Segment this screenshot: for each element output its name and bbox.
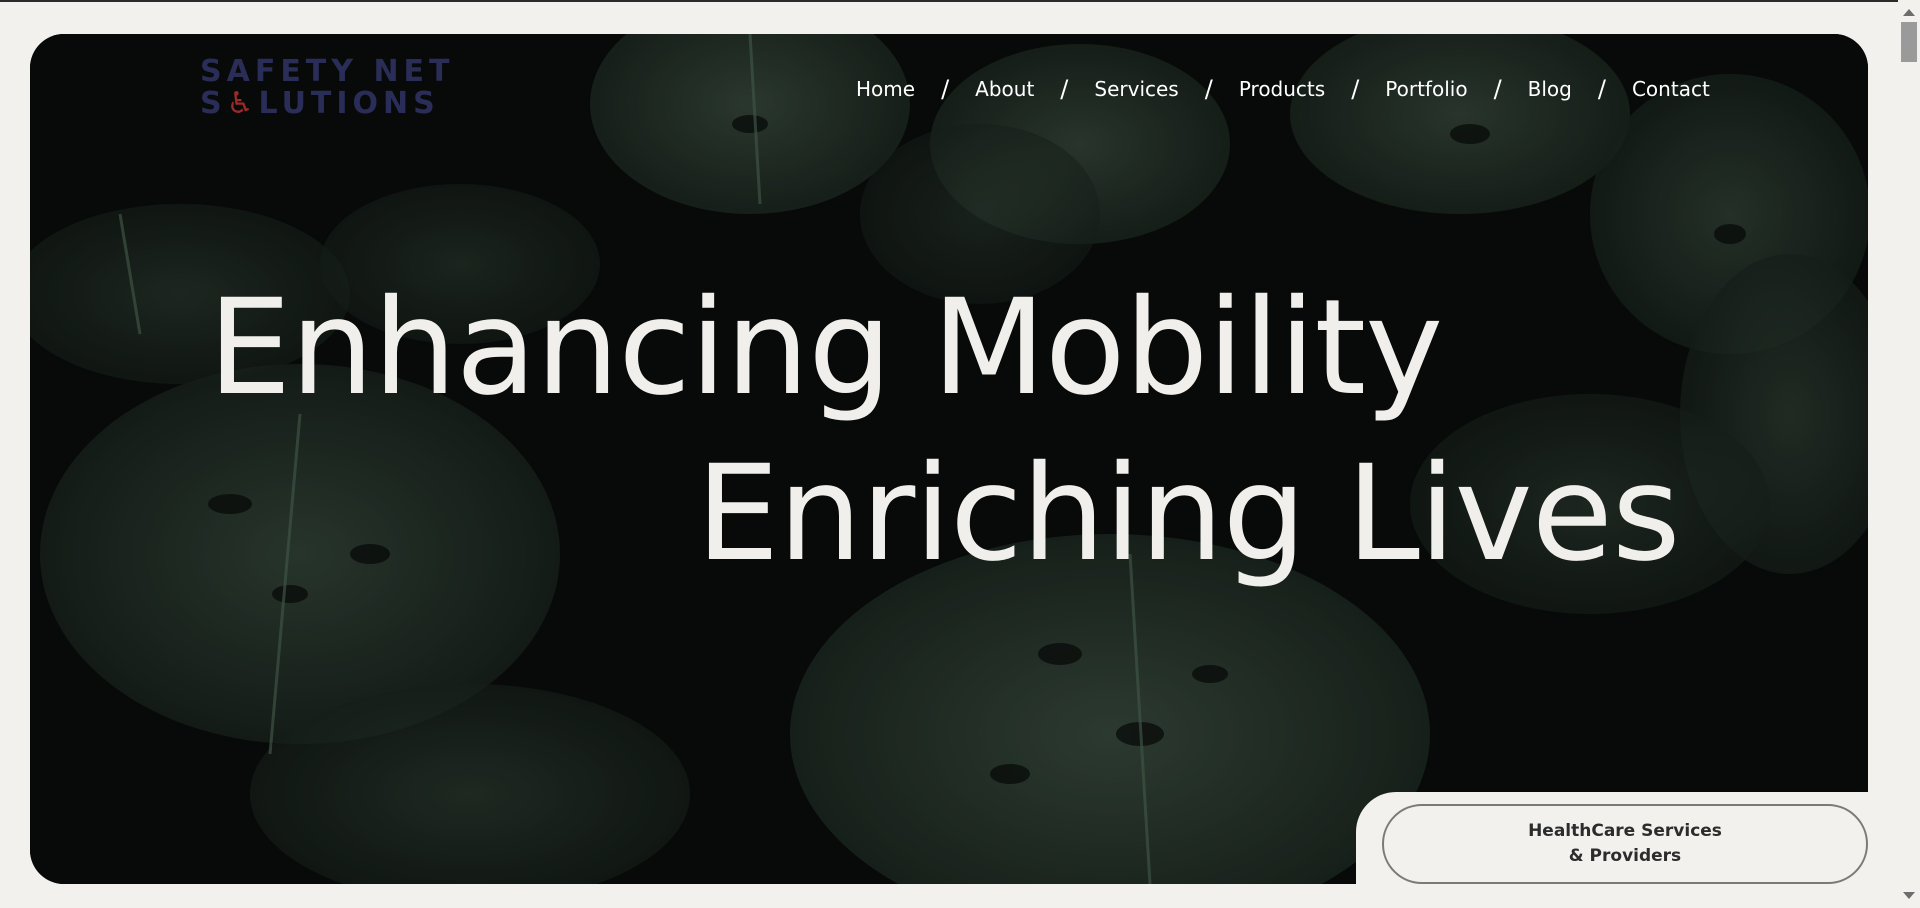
nav-separator: /	[1493, 75, 1502, 103]
nav-contact[interactable]: Contact	[1632, 77, 1710, 101]
nav-services[interactable]: Services	[1094, 77, 1178, 101]
logo-letter: S	[200, 86, 227, 121]
site-logo[interactable]: SAFETY NET S♿LUTIONS	[200, 54, 455, 121]
nav-about[interactable]: About	[975, 77, 1034, 101]
nav-products[interactable]: Products	[1239, 77, 1325, 101]
nav-separator: /	[1597, 75, 1606, 103]
main-navigation: Home / About / Services / Products / Por…	[856, 74, 1710, 104]
healthcare-services-button[interactable]: HealthCare Services & Providers	[1382, 804, 1868, 884]
nav-blog[interactable]: Blog	[1528, 77, 1572, 101]
logo-line-2: S♿LUTIONS	[200, 86, 435, 121]
nav-separator: /	[1060, 75, 1069, 103]
wheelchair-icon: ♿	[226, 86, 259, 121]
nav-portfolio[interactable]: Portfolio	[1385, 77, 1467, 101]
hero-headline-line-2: Enriching Lives	[696, 437, 1681, 591]
scrollbar-thumb[interactable]	[1901, 22, 1917, 62]
logo-line-1: SAFETY NET	[200, 54, 455, 89]
logo-letters: LUTIONS	[258, 86, 440, 121]
nav-separator: /	[941, 75, 950, 103]
scroll-down-arrow-icon[interactable]	[1903, 892, 1915, 899]
hero-headline-line-1: Enhancing Mobility	[208, 271, 1443, 425]
scroll-up-arrow-icon[interactable]	[1903, 9, 1915, 16]
cta-label-line-2: & Providers	[1568, 846, 1682, 866]
cta-label-line-1: HealthCare Services	[1528, 821, 1722, 841]
vertical-scrollbar[interactable]	[1898, 0, 1920, 908]
nav-separator: /	[1204, 75, 1213, 103]
window-top-border	[0, 0, 1920, 2]
nav-separator: /	[1351, 75, 1360, 103]
nav-home[interactable]: Home	[856, 77, 915, 101]
